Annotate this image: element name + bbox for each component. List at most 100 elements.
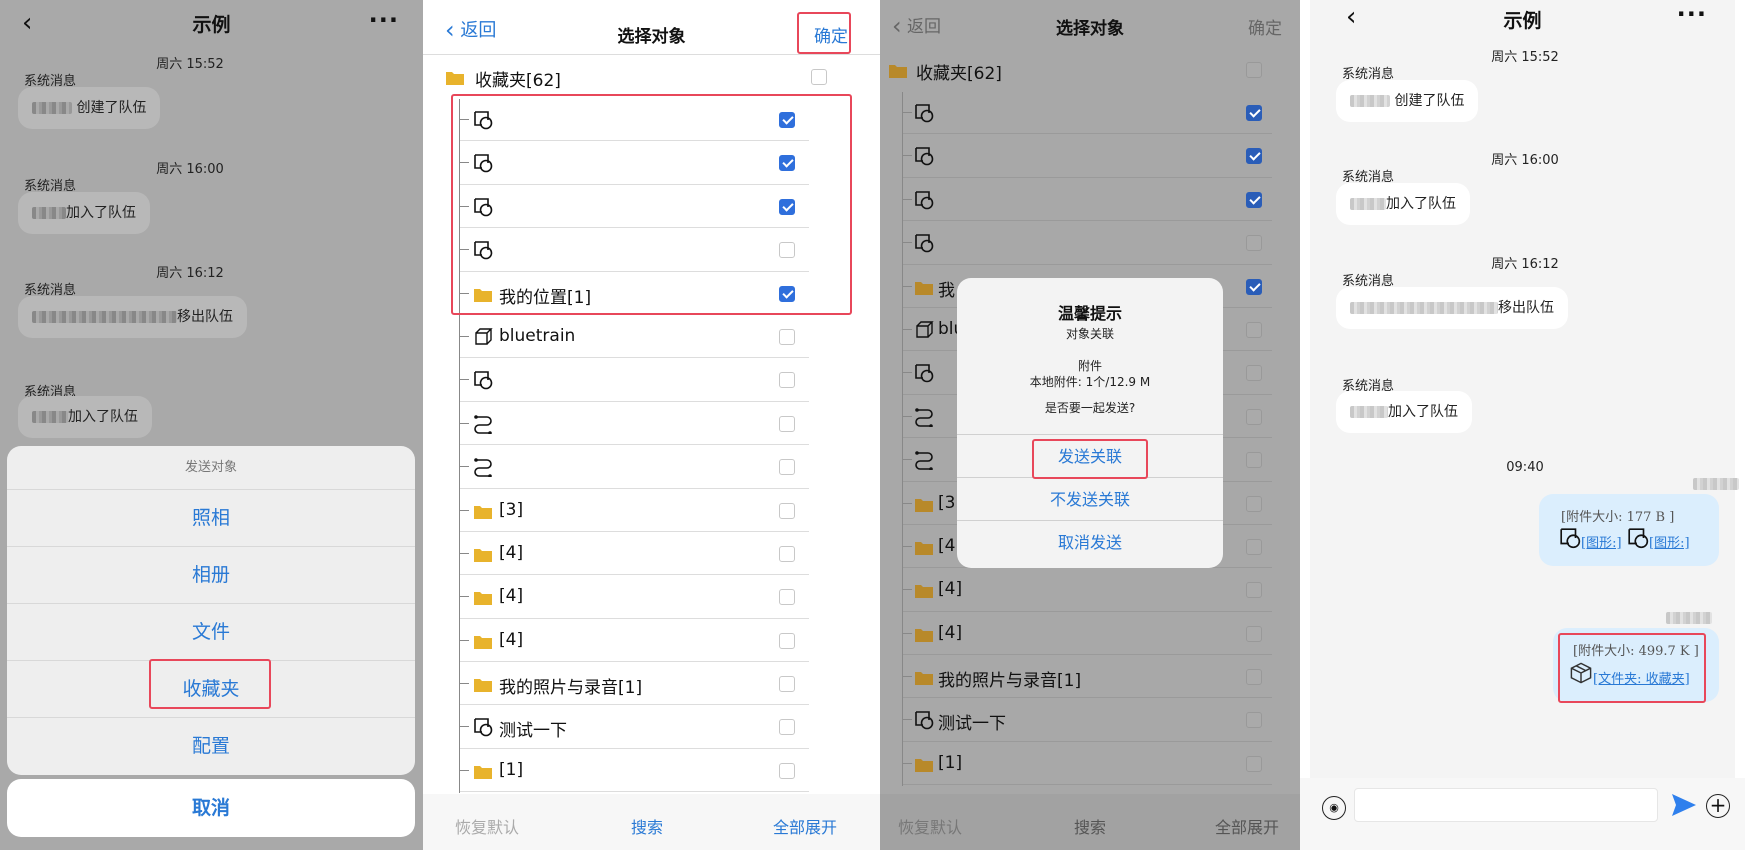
checkbox[interactable] [1246,495,1262,512]
confirm-button[interactable]: 确定 [1248,14,1282,39]
object-row[interactable] [902,91,1272,135]
tree-branch [459,509,469,511]
object-row[interactable] [902,178,1272,222]
checkbox[interactable] [1246,365,1262,382]
object-row[interactable]: [1] [902,742,1272,786]
object-row[interactable]: [4] [459,532,809,576]
more-icon[interactable]: ··· [1677,0,1707,28]
object-label: [4 [938,535,956,556]
checkbox[interactable] [779,589,795,606]
checkbox[interactable] [1246,755,1262,772]
root-folder-row[interactable]: 收藏夹[62] [880,48,1300,91]
more-icon[interactable]: ··· [369,6,399,34]
checkbox[interactable] [779,502,795,519]
expand-all-button[interactable]: 全部展开 [1215,814,1279,838]
object-row[interactable] [459,402,809,446]
object-row[interactable]: [1] [459,749,809,793]
send-icon[interactable] [1670,792,1698,818]
system-message-bubble: 加入了队伍 [18,192,150,234]
shape-link[interactable]: [图形:] [1649,532,1690,551]
sheet-option-camera[interactable]: 照相 [7,490,415,547]
search-button[interactable]: 搜索 [631,814,663,838]
nav-bar: ‹ 示例 ··· [1310,0,1735,40]
sent-message-bubble: [附件大小: 177 B ] [图形:] [图形:] [1539,494,1719,566]
route-icon [474,414,492,434]
tree-branch [902,459,912,461]
checkbox[interactable] [1246,278,1262,295]
cancel-send-button[interactable]: 取消发送 [957,520,1223,563]
checkbox[interactable] [1246,321,1262,338]
object-row[interactable]: [3] [459,489,809,532]
root-folder-row[interactable]: 收藏夹[62] [423,55,880,98]
tree-branch [902,242,912,244]
message-input[interactable] [1354,788,1658,822]
checkbox[interactable] [779,372,795,389]
reset-button[interactable]: 恢复默认 [898,814,962,838]
checkbox[interactable] [779,632,795,649]
checkbox[interactable] [779,762,795,779]
checkbox[interactable] [811,69,827,85]
object-row[interactable]: [4] [902,612,1272,656]
object-row[interactable] [902,221,1272,265]
shape-link[interactable]: [图形:] [1581,532,1622,551]
object-label: 测试一下 [938,714,1006,735]
dialog-question: 是否要一起发送? [1044,401,1136,415]
search-button[interactable]: 搜索 [1074,814,1106,838]
checkbox[interactable] [1246,191,1262,208]
object-row[interactable]: [4] [459,575,809,619]
tree-branch [902,632,912,634]
object-label: 我 [938,280,955,301]
checkbox[interactable] [1246,62,1262,78]
checkbox[interactable] [779,415,795,432]
voice-icon[interactable]: ◉ [1322,796,1346,820]
sheet-option-file[interactable]: 文件 [7,604,415,661]
checkbox[interactable] [779,459,795,476]
object-row[interactable] [902,134,1272,178]
page-title: 选择对象 [1056,19,1124,39]
checkbox[interactable] [779,328,795,345]
object-row[interactable]: 测试一下 [902,698,1272,742]
tree-branch [902,328,912,330]
shape-icon [915,190,934,210]
no-association-button[interactable]: 不发送关联 [957,477,1223,520]
folder-icon [474,765,492,779]
sheet-option-album[interactable]: 相册 [7,547,415,604]
system-message-bubble: 加入了队伍 [18,396,152,438]
tree-line [902,92,903,786]
checkbox[interactable] [1246,408,1262,425]
checkbox[interactable] [1246,452,1262,469]
checkbox[interactable] [779,719,795,736]
object-row[interactable]: 我的照片与录音[1] [459,662,809,706]
reset-button[interactable]: 恢复默认 [455,814,519,838]
checkbox[interactable] [779,676,795,693]
checkbox[interactable] [1246,105,1262,121]
tree-branch [459,552,469,554]
tree-branch [902,545,912,547]
checkbox[interactable] [1246,625,1262,642]
timestamp: 09:40 [1506,460,1544,475]
checkbox[interactable] [1246,538,1262,555]
add-icon[interactable]: + [1706,794,1730,818]
checkbox[interactable] [1246,235,1262,252]
object-row[interactable] [459,445,809,489]
object-row[interactable]: [4] [902,568,1272,612]
input-bar: ◉ + [1300,778,1745,850]
sheet-cancel-button[interactable]: 取消 [7,779,415,837]
checkbox[interactable] [1246,669,1262,686]
object-row[interactable]: 我的照片与录音[1] [902,655,1272,699]
checkbox[interactable] [1246,712,1262,729]
highlight-box [797,12,851,54]
folder-icon [915,498,933,512]
checkbox[interactable] [1246,582,1262,599]
object-row[interactable] [459,358,809,402]
expand-all-button[interactable]: 全部展开 [773,814,837,838]
checkbox[interactable] [1246,148,1262,165]
checkbox[interactable] [779,545,795,562]
sheet-title: 发送对象 [7,446,415,490]
timestamp: 周六 16:00 [1491,153,1559,168]
sheet-option-config[interactable]: 配置 [7,718,415,775]
object-row[interactable]: bluetrain [459,315,809,359]
object-row[interactable]: 测试一下 [459,705,809,749]
object-row[interactable]: [4] [459,619,809,663]
folder-icon [915,281,933,295]
